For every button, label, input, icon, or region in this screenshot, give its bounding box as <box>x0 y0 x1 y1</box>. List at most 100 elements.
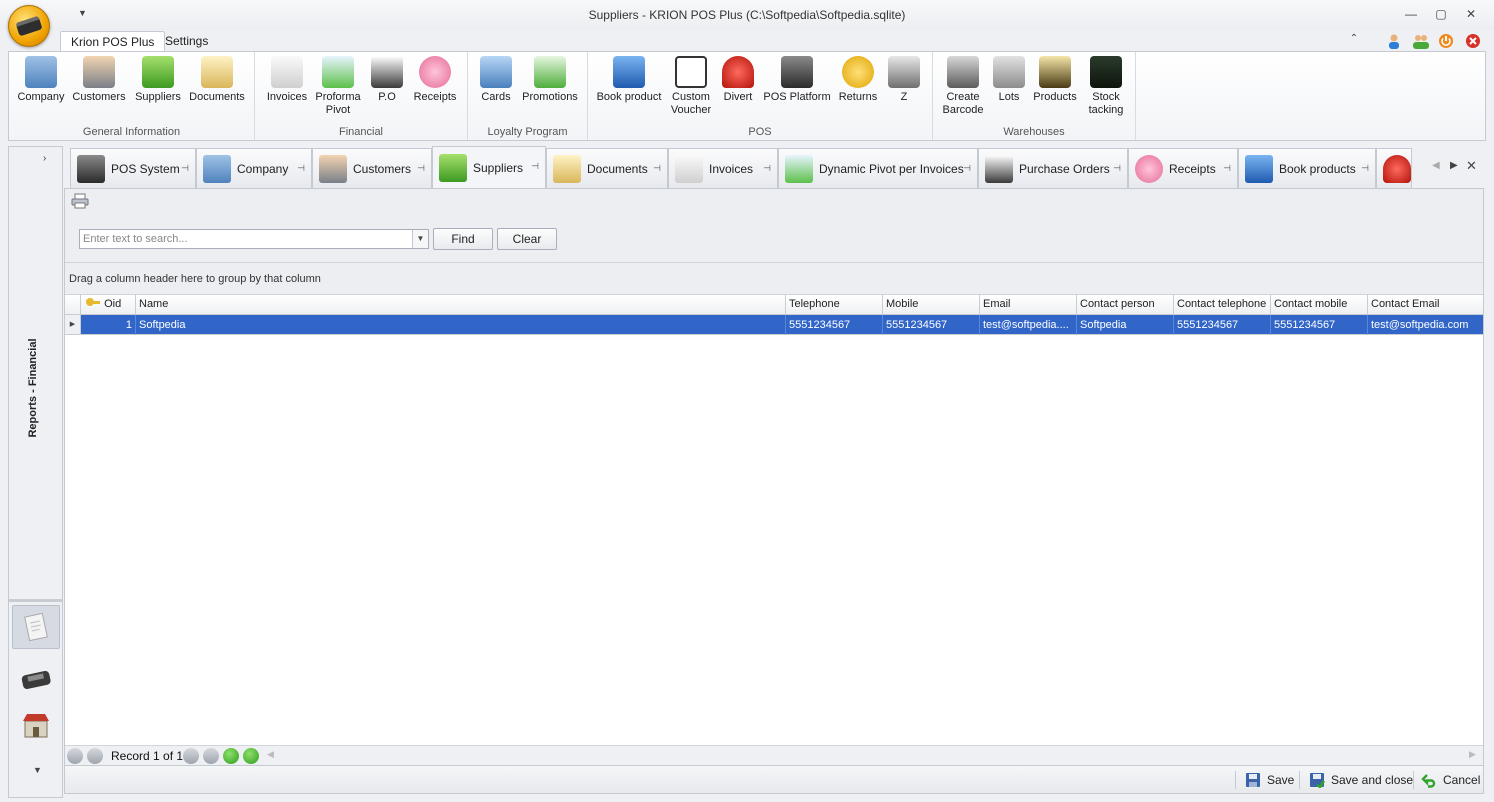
chevron-down-icon[interactable]: ▼ <box>412 230 428 248</box>
cell-oid[interactable]: 1 <box>81 315 136 335</box>
cards-button[interactable]: Cards <box>476 56 516 104</box>
last-record-icon[interactable] <box>203 748 219 764</box>
suppliers-button[interactable]: Suppliers <box>133 56 183 104</box>
refresh-icon[interactable] <box>243 748 259 764</box>
pin-icon[interactable]: ⊣ <box>1361 163 1369 174</box>
pin-icon[interactable]: ⊣ <box>963 163 971 174</box>
search-combobox[interactable]: ▼ <box>79 229 429 249</box>
row-header-corner <box>65 295 81 315</box>
scroll-right-icon[interactable]: ▶ <box>1469 749 1476 760</box>
returns-button[interactable]: Returns <box>836 56 880 104</box>
column-header-mobile[interactable]: Mobile <box>883 295 980 315</box>
customers-button[interactable]: Customers <box>71 56 127 104</box>
tab-customers[interactable]: Customers ⊣ <box>312 148 432 188</box>
next-record-icon[interactable] <box>183 748 199 764</box>
save-and-close-button[interactable]: Save and close <box>1309 771 1413 789</box>
tab-pos-system[interactable]: POS System ⊣ <box>70 148 196 188</box>
stock-tacking-button[interactable]: Stock tacking <box>1083 56 1129 117</box>
cell-contact-email[interactable]: test@softpedia.com <box>1368 315 1483 335</box>
nav-item-store[interactable] <box>12 703 60 747</box>
z-report-button[interactable]: Z <box>884 56 924 104</box>
ribbon-tab-krion-pos-plus[interactable]: Krion POS Plus <box>60 31 166 53</box>
column-header-contact-email[interactable]: Contact Email <box>1368 295 1483 315</box>
ribbon-tab-settings[interactable]: Settings <box>155 31 218 53</box>
receipts-button[interactable]: Receipts <box>409 56 461 104</box>
pin-icon[interactable]: ⊣ <box>653 163 661 174</box>
cell-name[interactable]: Softpedia <box>136 315 786 335</box>
application-menu-button[interactable] <box>8 5 50 47</box>
previous-record-icon[interactable] <box>87 748 103 764</box>
column-header-contact-telephone[interactable]: Contact telephone <box>1174 295 1271 315</box>
pin-icon[interactable]: ⊣ <box>1113 163 1121 174</box>
pin-icon[interactable]: ⊣ <box>531 161 539 172</box>
pin-icon[interactable]: ⊣ <box>181 163 189 174</box>
cell-contact-telephone[interactable]: 5551234567 <box>1174 315 1271 335</box>
users-icon[interactable] <box>1412 33 1429 49</box>
expand-pane-icon[interactable]: › <box>43 153 46 164</box>
cell-telephone[interactable]: 5551234567 <box>786 315 883 335</box>
scroll-tabs-right-icon[interactable]: ▶ <box>1450 160 1458 171</box>
first-record-icon[interactable] <box>67 748 83 764</box>
cell-contact-mobile[interactable]: 5551234567 <box>1271 315 1368 335</box>
tab-purchase-orders[interactable]: Purchase Orders ⊣ <box>978 148 1128 188</box>
create-barcode-button[interactable]: Create Barcode <box>937 56 989 117</box>
cell-contact-person[interactable]: Softpedia <box>1077 315 1174 335</box>
close-tab-icon[interactable]: ✕ <box>1466 158 1477 174</box>
column-header-email[interactable]: Email <box>980 295 1077 315</box>
tab-documents[interactable]: Documents ⊣ <box>546 148 668 188</box>
book-product-button[interactable]: Book product <box>594 56 664 104</box>
save-button[interactable]: Save <box>1245 771 1294 789</box>
tab-company[interactable]: Company ⊣ <box>196 148 312 188</box>
tab-suppliers[interactable]: Suppliers ⊣ <box>432 146 546 188</box>
pane-splitter[interactable] <box>9 599 62 602</box>
column-header-name[interactable]: Name <box>136 295 786 315</box>
search-input[interactable] <box>80 230 412 248</box>
custom-voucher-button[interactable]: Custom Voucher <box>666 56 716 117</box>
print-icon[interactable] <box>71 193 89 209</box>
cancel-button[interactable]: Cancel <box>1421 771 1480 789</box>
close-button[interactable]: ✕ <box>1462 6 1480 22</box>
more-items-icon[interactable]: ▼ <box>33 765 42 775</box>
pin-icon[interactable]: ⊣ <box>763 163 771 174</box>
pin-icon[interactable]: ⊣ <box>417 163 425 174</box>
cell-email[interactable]: test@softpedia.... <box>980 315 1077 335</box>
power-icon[interactable] <box>1438 33 1454 49</box>
find-button[interactable]: Find <box>433 228 493 250</box>
collapse-ribbon-icon[interactable]: ⌃ <box>1346 33 1362 49</box>
scroll-left-icon[interactable]: ◀ <box>267 749 274 760</box>
user-icon[interactable] <box>1386 33 1402 49</box>
clear-button[interactable]: Clear <box>497 228 557 250</box>
tab-book-products[interactable]: Book products ⊣ <box>1238 148 1376 188</box>
promotions-button[interactable]: Promotions <box>518 56 582 104</box>
invoices-button[interactable]: Invoices <box>263 56 311 104</box>
maximize-button[interactable]: ▢ <box>1432 6 1450 22</box>
column-header-contact-mobile[interactable]: Contact mobile <box>1271 295 1368 315</box>
column-header-contact-person[interactable]: Contact person <box>1077 295 1174 315</box>
scroll-tabs-left-icon[interactable]: ◀ <box>1432 160 1440 171</box>
group-by-panel[interactable]: Drag a column header here to group by th… <box>65 263 1483 295</box>
nav-section-label[interactable]: Reports - Financial <box>23 337 43 447</box>
pin-icon[interactable]: ⊣ <box>1223 163 1231 174</box>
tab-invoices[interactable]: Invoices ⊣ <box>668 148 778 188</box>
column-header-oid[interactable]: Oid <box>81 295 136 315</box>
column-header-telephone[interactable]: Telephone <box>786 295 883 315</box>
nav-item-pos[interactable] <box>12 657 60 701</box>
pin-icon[interactable]: ⊣ <box>297 163 305 174</box>
products-button[interactable]: Products <box>1029 56 1081 104</box>
lots-button[interactable]: Lots <box>991 56 1027 104</box>
nav-item-financial[interactable] <box>12 605 60 649</box>
purchase-order-button[interactable]: P.O <box>367 56 407 104</box>
table-row[interactable]: 1 Softpedia 5551234567 5551234567 test@s… <box>65 315 1483 335</box>
divert-button[interactable]: Divert <box>718 56 758 104</box>
exit-icon[interactable] <box>1465 33 1481 49</box>
minimize-button[interactable]: — <box>1402 6 1420 22</box>
tab-divert-partial[interactable] <box>1376 148 1412 188</box>
cell-mobile[interactable]: 5551234567 <box>883 315 980 335</box>
company-button[interactable]: Company <box>15 56 67 104</box>
proforma-pivot-button[interactable]: Proforma Pivot <box>313 56 363 117</box>
tab-receipts[interactable]: Receipts ⊣ <box>1128 148 1238 188</box>
documents-button[interactable]: Documents <box>187 56 247 104</box>
delete-record-icon[interactable] <box>223 748 239 764</box>
tab-dynamic-pivot-per-invoices[interactable]: Dynamic Pivot per Invoices ⊣ <box>778 148 978 188</box>
pos-platform-button[interactable]: POS Platform <box>762 56 832 104</box>
